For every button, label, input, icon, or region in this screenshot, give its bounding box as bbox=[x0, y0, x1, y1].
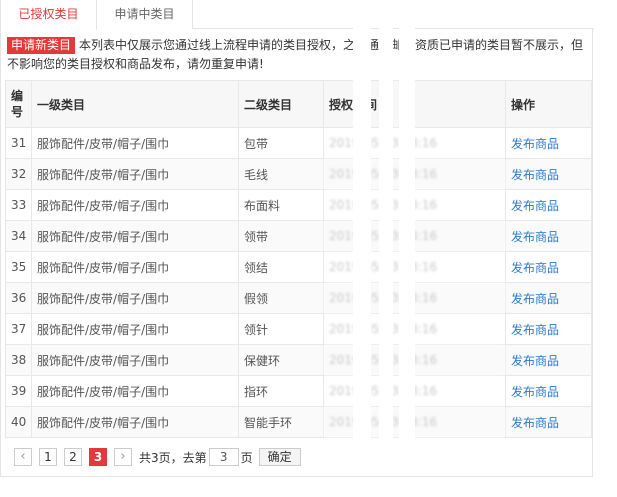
tab-bar: 已授权类目 申请中类目 bbox=[1, 0, 594, 30]
table-row: 39 服饰配件/皮带/帽子/围巾 指环 2019-05-13 18:16 发布商… bbox=[5, 375, 592, 407]
confirm-page-button[interactable]: 确定 bbox=[258, 448, 301, 466]
row-auth-time: 2019-05-13 18:16 bbox=[323, 251, 506, 283]
row-id: 37 bbox=[5, 313, 32, 345]
row-category-level2: 毛线 bbox=[238, 158, 324, 190]
notice: 申请新类目 本列表中仅展示您通过线上流程申请的类目授权，之前通过邮寄资质已申请的类… bbox=[7, 36, 587, 74]
row-auth-time: 2019-05-13 18:16 bbox=[323, 189, 506, 221]
tab-pending[interactable]: 申请中类目 bbox=[97, 0, 193, 29]
row-id: 39 bbox=[5, 375, 32, 407]
table-row: 32 服饰配件/皮带/帽子/围巾 毛线 2019-05-13 18:16 发布商… bbox=[5, 158, 592, 190]
publish-product-link[interactable]: 发布商品 bbox=[511, 416, 559, 430]
header-id: 编号 bbox=[5, 80, 32, 128]
header-auth-time: 授权时间 bbox=[323, 80, 506, 128]
row-actions: 发布商品 bbox=[505, 127, 592, 159]
table-header-row: 编号 一级类目 二级类目 授权时间 操作 bbox=[5, 80, 592, 128]
table-row: 34 服饰配件/皮带/帽子/围巾 领带 2019-05-13 18:16 发布商… bbox=[5, 220, 592, 252]
page-3-button[interactable]: 3 bbox=[89, 448, 107, 466]
category-panel: 已授权类目 申请中类目 申请新类目 本列表中仅展示您通过线上流程申请的类目授权，之… bbox=[0, 0, 594, 477]
pager-suffix: 页 bbox=[240, 450, 253, 465]
row-category-level2: 布面料 bbox=[238, 189, 324, 221]
publish-product-link[interactable]: 发布商品 bbox=[511, 168, 559, 182]
row-id: 36 bbox=[5, 282, 32, 314]
row-auth-time: 2019-05-13 18:16 bbox=[323, 127, 506, 159]
row-auth-time: 2019-05-13 18:16 bbox=[323, 344, 506, 376]
header-category-level2: 二级类目 bbox=[238, 80, 324, 128]
publish-product-link[interactable]: 发布商品 bbox=[511, 292, 559, 306]
publish-product-link[interactable]: 发布商品 bbox=[511, 199, 559, 213]
page-2-button[interactable]: 2 bbox=[64, 448, 82, 466]
row-id: 31 bbox=[5, 127, 32, 159]
row-category-level2: 保健环 bbox=[238, 344, 324, 376]
row-category-level2: 领带 bbox=[238, 220, 324, 252]
row-category-level2: 指环 bbox=[238, 375, 324, 407]
row-id: 34 bbox=[5, 220, 32, 252]
row-auth-time: 2019-05-13 18:16 bbox=[323, 220, 506, 252]
table-row: 31 服饰配件/皮带/帽子/围巾 包带 2019-05-13 18:16 发布商… bbox=[5, 127, 592, 159]
next-page-button[interactable]: › bbox=[114, 448, 132, 466]
row-category-level2: 包带 bbox=[238, 127, 324, 159]
row-id: 40 bbox=[5, 406, 32, 438]
row-actions: 发布商品 bbox=[505, 406, 592, 438]
publish-product-link[interactable]: 发布商品 bbox=[511, 261, 559, 275]
table-row: 36 服饰配件/皮带/帽子/围巾 假领 2019-05-13 18:16 发布商… bbox=[5, 282, 592, 314]
row-category-level1: 服饰配件/皮带/帽子/围巾 bbox=[31, 251, 239, 283]
row-category-level1: 服饰配件/皮带/帽子/围巾 bbox=[31, 220, 239, 252]
table-row: 33 服饰配件/皮带/帽子/围巾 布面料 2019-05-13 18:16 发布… bbox=[5, 189, 592, 221]
row-auth-time: 2019-05-13 18:16 bbox=[323, 158, 506, 190]
row-actions: 发布商品 bbox=[505, 158, 592, 190]
publish-product-link[interactable]: 发布商品 bbox=[511, 137, 559, 151]
row-auth-time: 2019-05-13 18:16 bbox=[323, 282, 506, 314]
row-category-level1: 服饰配件/皮带/帽子/围巾 bbox=[31, 158, 239, 190]
row-actions: 发布商品 bbox=[505, 344, 592, 376]
row-category-level2: 智能手环 bbox=[238, 406, 324, 438]
row-category-level1: 服饰配件/皮带/帽子/围巾 bbox=[31, 406, 239, 438]
row-category-level1: 服饰配件/皮带/帽子/围巾 bbox=[31, 189, 239, 221]
publish-product-link[interactable]: 发布商品 bbox=[511, 354, 559, 368]
row-category-level1: 服饰配件/皮带/帽子/围巾 bbox=[31, 313, 239, 345]
publish-product-link[interactable]: 发布商品 bbox=[511, 230, 559, 244]
row-actions: 发布商品 bbox=[505, 251, 592, 283]
row-auth-time: 2019-05-13 18:16 bbox=[323, 406, 506, 438]
pagination: ‹ 1 2 3 › 共3页，去第 页 确定 bbox=[14, 447, 301, 467]
row-auth-time: 2019-05-13 18:16 bbox=[323, 313, 506, 345]
page-number-input[interactable] bbox=[208, 448, 239, 466]
row-actions: 发布商品 bbox=[505, 375, 592, 407]
pager-total-text: 共3页，去第 bbox=[139, 450, 207, 465]
row-category-level1: 服饰配件/皮带/帽子/围巾 bbox=[31, 282, 239, 314]
row-category-level2: 假领 bbox=[238, 282, 324, 314]
row-category-level1: 服饰配件/皮带/帽子/围巾 bbox=[31, 375, 239, 407]
table-row: 37 服饰配件/皮带/帽子/围巾 领针 2019-05-13 18:16 发布商… bbox=[5, 313, 592, 345]
notice-text: 本列表中仅展示您通过线上流程申请的类目授权，之前通过邮寄资质已申请的类目暂不展示… bbox=[7, 38, 584, 71]
row-auth-time: 2019-05-13 18:16 bbox=[323, 375, 506, 407]
row-category-level2: 领针 bbox=[238, 313, 324, 345]
header-category-level1: 一级类目 bbox=[31, 80, 239, 128]
row-actions: 发布商品 bbox=[505, 189, 592, 221]
page-1-button[interactable]: 1 bbox=[39, 448, 57, 466]
row-actions: 发布商品 bbox=[505, 282, 592, 314]
publish-product-link[interactable]: 发布商品 bbox=[511, 323, 559, 337]
row-category-level2: 领结 bbox=[238, 251, 324, 283]
row-id: 38 bbox=[5, 344, 32, 376]
tab-authorized[interactable]: 已授权类目 bbox=[1, 0, 97, 30]
row-id: 35 bbox=[5, 251, 32, 283]
category-table: 编号 一级类目 二级类目 授权时间 操作 31 服饰配件/皮带/帽子/围巾 包带… bbox=[5, 80, 592, 438]
apply-new-category-button[interactable]: 申请新类目 bbox=[7, 37, 76, 54]
table-row: 35 服饰配件/皮带/帽子/围巾 领结 2019-05-13 18:16 发布商… bbox=[5, 251, 592, 283]
row-category-level1: 服饰配件/皮带/帽子/围巾 bbox=[31, 127, 239, 159]
row-actions: 发布商品 bbox=[505, 220, 592, 252]
header-actions: 操作 bbox=[505, 80, 592, 128]
row-actions: 发布商品 bbox=[505, 313, 592, 345]
row-id: 33 bbox=[5, 189, 32, 221]
table-row: 40 服饰配件/皮带/帽子/围巾 智能手环 2019-05-13 18:16 发… bbox=[5, 406, 592, 438]
prev-page-button[interactable]: ‹ bbox=[14, 448, 32, 466]
table-row: 38 服饰配件/皮带/帽子/围巾 保健环 2019-05-13 18:16 发布… bbox=[5, 344, 592, 376]
publish-product-link[interactable]: 发布商品 bbox=[511, 385, 559, 399]
row-category-level1: 服饰配件/皮带/帽子/围巾 bbox=[31, 344, 239, 376]
row-id: 32 bbox=[5, 158, 32, 190]
